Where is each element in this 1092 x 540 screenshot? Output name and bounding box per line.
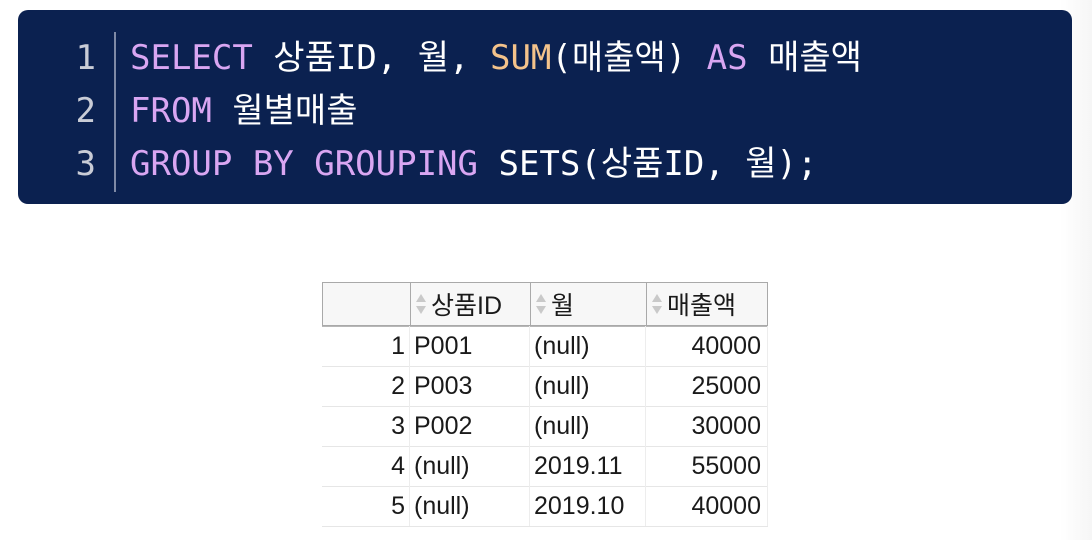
sql-text: 매출액: [747, 38, 862, 78]
sql-text: SETS(상품ID, 월);: [478, 144, 818, 184]
code-line: FROM 월별매출: [130, 85, 862, 138]
sql-keyword: GROUP BY GROUPING: [130, 144, 478, 184]
month-cell[interactable]: 2019.10: [530, 486, 646, 526]
line-number-gutter: 1 2 3: [18, 32, 96, 191]
grid-header: 상품ID 월 매출액: [322, 282, 768, 327]
code-line: SELECT 상품ID, 월, SUM(매출액) AS 매출액: [130, 32, 862, 85]
table-row[interactable]: 1 P001 (null) 40000: [322, 326, 768, 367]
sales-cell[interactable]: 25000: [646, 366, 768, 406]
line-number: 3: [75, 144, 96, 184]
sales-cell[interactable]: 40000: [646, 486, 768, 526]
table-row[interactable]: 2 P003 (null) 25000: [322, 366, 768, 407]
query-result-grid: 상품ID 월 매출액 1 P001 (null) 40000 2 P003 (n…: [322, 282, 768, 527]
sql-text: 월별매출: [211, 91, 358, 131]
sales-cell[interactable]: 30000: [646, 406, 768, 446]
sql-code: SELECT 상품ID, 월, SUM(매출액) AS 매출액 FROM 월별매출…: [130, 32, 862, 191]
table-row[interactable]: 5 (null) 2019.10 40000: [322, 486, 768, 527]
product-id-cell[interactable]: P002: [410, 406, 530, 446]
row-number: 4: [322, 446, 410, 486]
sql-keyword: FROM: [130, 91, 212, 131]
column-header-label: 상품ID: [431, 292, 503, 320]
row-number: 5: [322, 486, 410, 526]
row-number-header: [322, 282, 411, 326]
sql-code-block: 1 2 3 SELECT 상품ID, 월, SUM(매출액) AS 매출액 FRO…: [18, 10, 1072, 204]
column-header-month[interactable]: 월: [530, 282, 647, 326]
sql-text: 상품ID, 월,: [252, 38, 490, 78]
product-id-cell[interactable]: (null): [410, 446, 530, 486]
column-header-label: 매출액: [667, 292, 737, 320]
month-cell[interactable]: 2019.11: [530, 446, 646, 486]
sql-keyword: AS: [706, 38, 748, 78]
row-number: 1: [322, 326, 410, 366]
sql-keyword: SELECT: [130, 38, 253, 78]
product-id-cell[interactable]: P003: [410, 366, 530, 406]
month-cell[interactable]: (null): [530, 366, 646, 406]
product-id-cell[interactable]: P001: [410, 326, 530, 366]
month-cell[interactable]: (null): [530, 326, 646, 366]
sort-updown-icon[interactable]: [535, 291, 547, 317]
month-cell[interactable]: (null): [530, 406, 646, 446]
column-header-label: 월: [551, 292, 575, 320]
gutter-divider: [114, 32, 116, 192]
table-row[interactable]: 4 (null) 2019.11 55000: [322, 446, 768, 487]
column-header-sales[interactable]: 매출액: [646, 282, 768, 326]
sort-updown-icon[interactable]: [651, 291, 663, 317]
sort-updown-icon[interactable]: [415, 291, 427, 317]
sql-text: (매출액): [551, 38, 707, 78]
line-number: 1: [75, 38, 96, 78]
sales-cell[interactable]: 55000: [646, 446, 768, 486]
page: 1 2 3 SELECT 상품ID, 월, SUM(매출액) AS 매출액 FRO…: [0, 0, 1092, 540]
code-line: GROUP BY GROUPING SETS(상품ID, 월);: [130, 138, 862, 191]
column-header-product-id[interactable]: 상품ID: [410, 282, 531, 326]
product-id-cell[interactable]: (null): [410, 486, 530, 526]
table-row[interactable]: 3 P002 (null) 30000: [322, 406, 768, 447]
sales-cell[interactable]: 40000: [646, 326, 768, 366]
row-number: 3: [322, 406, 410, 446]
sql-function: SUM: [489, 38, 552, 78]
line-number: 2: [75, 91, 96, 131]
row-number: 2: [322, 366, 410, 406]
